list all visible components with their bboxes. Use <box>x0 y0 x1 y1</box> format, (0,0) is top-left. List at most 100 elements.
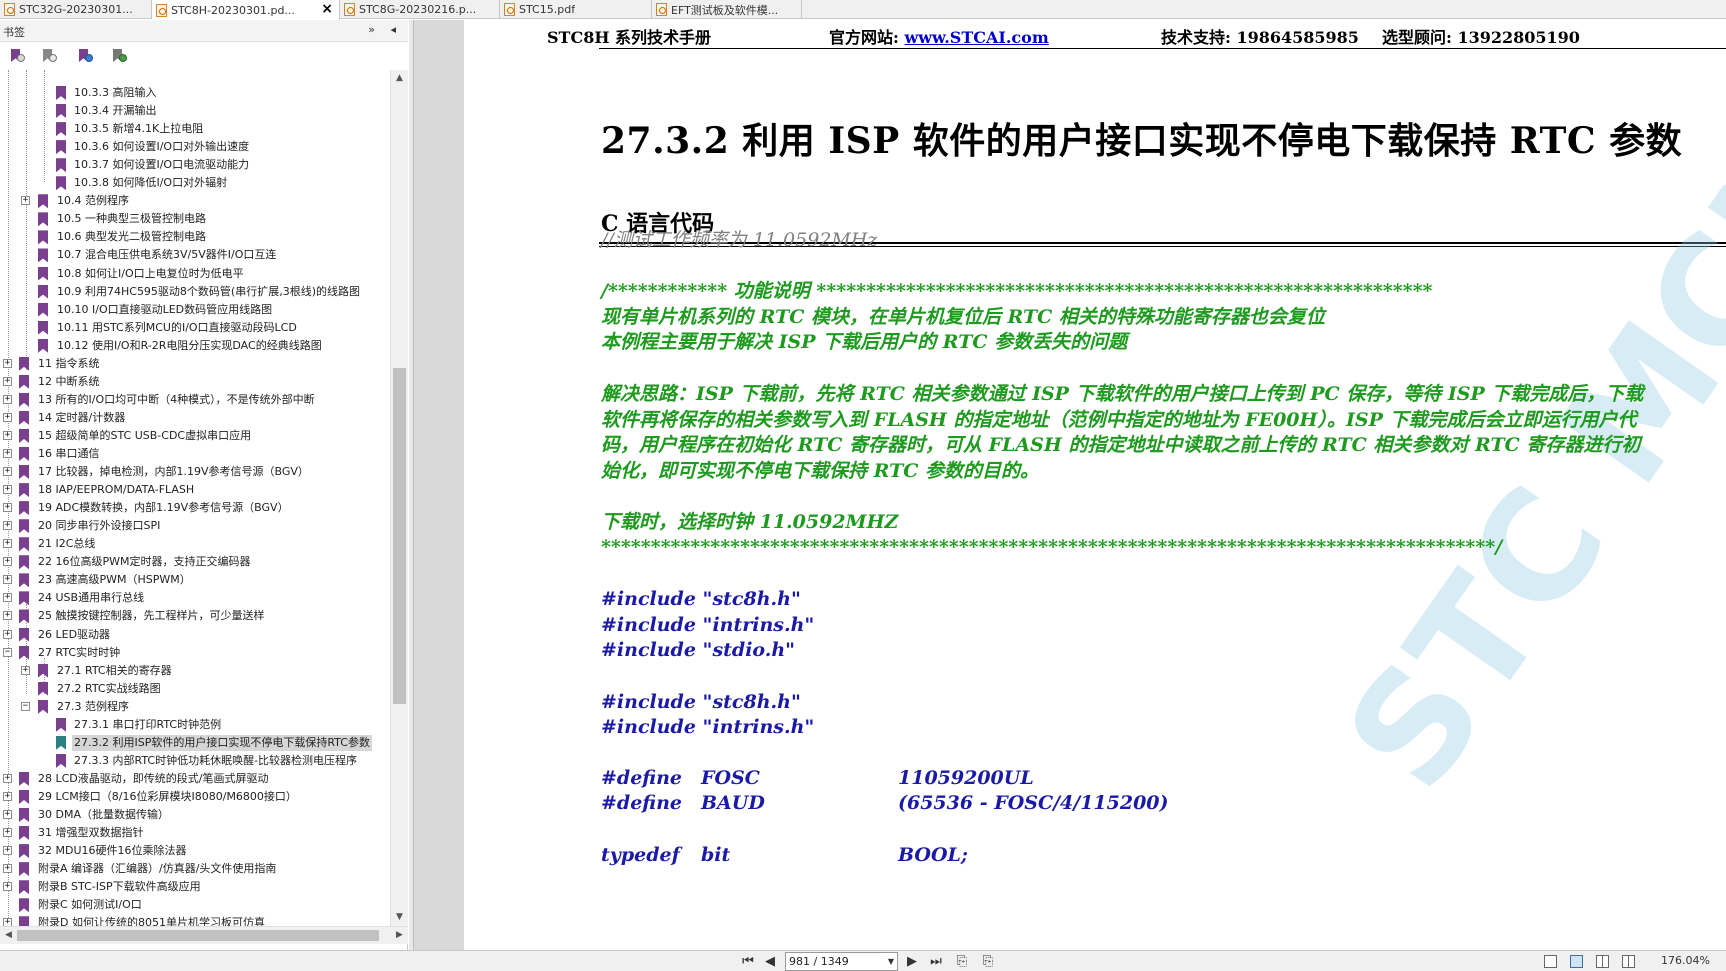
bookmark-item[interactable]: 27.3.2 利用ISP软件的用户接口实现不停电下载保持RTC参数 <box>0 734 390 752</box>
bookmark-tree-horizontal-scrollbar[interactable]: ◀ ▶ <box>0 926 408 944</box>
bookmark-item[interactable]: +12 中断系统 <box>0 373 390 391</box>
previous-page-icon[interactable]: ◀ <box>760 953 780 970</box>
scroll-up-icon[interactable]: ▲ <box>391 70 408 87</box>
bookmark-item[interactable]: +16 串口通信 <box>0 445 390 463</box>
expand-icon[interactable]: + <box>3 358 12 368</box>
bookmark-find-icon[interactable] <box>110 48 128 64</box>
chevron-down-icon[interactable]: ▼ <box>888 953 894 970</box>
bookmark-item[interactable]: +27.1 RTC相关的寄存器 <box>0 662 390 680</box>
expand-icon[interactable]: + <box>3 773 12 783</box>
bookmark-item[interactable]: 10.3.4 开漏输出 <box>0 102 390 120</box>
bookmark-item[interactable]: 10.3.7 如何设置I/O口电流驱动能力 <box>0 156 390 174</box>
bookmark-item[interactable]: − 27 RTC实时时钟 <box>0 644 390 662</box>
book-view-icon[interactable] <box>1622 955 1635 968</box>
expand-icon[interactable]: + <box>3 593 12 603</box>
page-number-input[interactable]: 981 / 1349 ▼ <box>785 952 898 971</box>
expand-icon[interactable]: + <box>3 918 12 926</box>
pdf-page-view[interactable]: STC8H 系列技术手册 官方网站: www.STCAI.com 技术支持: 1… <box>464 20 1726 950</box>
expand-icon[interactable]: + <box>3 503 12 513</box>
next-page-icon[interactable]: ▶ <box>902 953 922 970</box>
tab-stc15[interactable]: STC15.pdf <box>500 0 652 19</box>
tab-stc8g[interactable]: STC8G-20230216.p... <box>340 0 500 19</box>
expand-icon[interactable]: + <box>3 846 12 856</box>
expand-icon[interactable]: + <box>3 810 12 819</box>
bookmark-item[interactable]: 10.3.6 如何设置I/O口对外输出速度 <box>0 138 390 156</box>
bookmark-item[interactable]: + 附录D 如何让传统的8051单片机学习板可仿真 <box>0 914 390 926</box>
bookmark-item[interactable]: +20 同步串行外设接口SPI <box>0 517 390 535</box>
continuous-view-icon[interactable] <box>1570 955 1583 968</box>
bookmark-item[interactable]: +11 指令系统 <box>0 355 390 373</box>
bookmark-item[interactable]: +17 比较器，掉电检测，内部1.19V参考信号源（BGV） <box>0 463 390 481</box>
bookmark-item[interactable]: +13 所有的I/O口均可中断（4种模式），不是传统外部中断 <box>0 391 390 409</box>
bookmark-item[interactable]: 27.3.1 串口打印RTC时钟范例 <box>0 716 390 734</box>
bookmark-item[interactable]: +21 I2C总线 <box>0 535 390 553</box>
expand-icon[interactable]: + <box>3 376 12 386</box>
panel-collapse-controls[interactable]: » ◂ <box>368 23 402 36</box>
bookmark-item[interactable]: +14 定时器/计数器 <box>0 409 390 427</box>
bookmark-item[interactable]: 10.3.3 高阻输入 <box>0 84 390 102</box>
bookmark-item[interactable]: 10.10 I/O口直接驱动LED数码管应用线路图 <box>0 301 390 319</box>
expand-icon[interactable]: + <box>3 828 12 838</box>
bookmark-item[interactable]: + 附录A 编译器（汇编器）/仿真器/头文件使用指南 <box>0 860 390 878</box>
bookmark-item[interactable]: 10.12 使用I/O和R-2R电阻分压实现DAC的经典线路图 <box>0 337 390 355</box>
expand-icon[interactable]: + <box>3 449 12 458</box>
bookmark-item[interactable]: +18 IAP/EEPROM/DATA-FLASH <box>0 481 390 499</box>
bookmark-collapse-icon[interactable] <box>40 48 58 64</box>
scroll-left-icon[interactable]: ◀ <box>0 927 17 944</box>
last-page-icon[interactable]: ⏭ <box>926 953 946 970</box>
website-link[interactable]: www.STCAI.com <box>904 28 1048 47</box>
bookmark-item[interactable]: +10.4 范例程序 <box>0 192 390 210</box>
close-tab-icon[interactable]: × <box>321 1 333 17</box>
bookmark-item[interactable]: 10.7 混合电压供电系统3V/5V器件I/O口互连 <box>0 246 390 264</box>
expand-icon[interactable]: + <box>3 467 12 477</box>
bookmark-item[interactable]: +22 16位高级PWM定时器，支持正交编码器 <box>0 553 390 571</box>
bookmark-item[interactable]: +23 高速高级PWM（HSPWM） <box>0 571 390 589</box>
bookmark-item[interactable]: 附录C 如何测试I/O口 <box>0 896 390 914</box>
tab-stc32g[interactable]: STC32G-20230301... <box>0 0 152 19</box>
expand-icon[interactable]: + <box>3 539 12 549</box>
bookmark-item[interactable]: +24 USB通用串行总线 <box>0 589 390 607</box>
expand-icon[interactable]: + <box>3 611 12 621</box>
bookmark-item[interactable]: + 附录B STC-ISP下载软件高级应用 <box>0 878 390 896</box>
collapse-icon[interactable]: − <box>3 647 12 657</box>
scroll-right-icon[interactable]: ▶ <box>391 927 408 944</box>
scroll-down-icon[interactable]: ▼ <box>391 909 408 926</box>
expand-icon[interactable]: + <box>3 864 12 874</box>
back-view-icon[interactable]: ⎘ <box>952 953 972 970</box>
bookmark-item[interactable]: +19 ADC模数转换，内部1.19V参考信号源（BGV） <box>0 499 390 517</box>
bookmark-item[interactable]: +29 LCM接口（8/16位彩屏模块I8080/M6800接口） <box>0 788 390 806</box>
bookmark-item[interactable]: +25 触摸按键控制器，先工程样片，可少量送样 <box>0 607 390 625</box>
bookmark-item[interactable]: +30 DMA（批量数据传输） <box>0 806 390 824</box>
bookmark-go-icon[interactable] <box>76 48 94 64</box>
bookmark-item[interactable]: − 27.3 范例程序 <box>0 698 390 716</box>
expand-icon[interactable]: + <box>3 394 12 404</box>
expand-icon[interactable]: + <box>3 557 12 567</box>
bookmark-item[interactable]: +28 LCD液晶驱动，即传统的段式/笔画式屏驱动 <box>0 770 390 788</box>
bookmark-item[interactable]: 10.6 典型发光二极管控制电路 <box>0 228 390 246</box>
first-page-icon[interactable]: ⏮ <box>738 953 758 970</box>
bookmark-item[interactable]: 10.3.8 如何降低I/O口对外辐射 <box>0 174 390 192</box>
bookmark-item[interactable]: +31 增强型双数据指针 <box>0 824 390 842</box>
expand-icon[interactable]: + <box>3 430 12 440</box>
expand-icon[interactable]: + <box>3 882 12 892</box>
zoom-level[interactable]: 176.04% <box>1661 954 1710 967</box>
bookmark-item[interactable]: +26 LED驱动器 <box>0 626 390 644</box>
facing-pages-view-icon[interactable] <box>1596 955 1609 968</box>
expand-icon[interactable]: + <box>3 629 12 639</box>
bookmark-expand-icon[interactable] <box>8 48 26 64</box>
single-page-view-icon[interactable] <box>1544 955 1557 968</box>
bookmark-item[interactable]: 27.3.3 内部RTC时钟低功耗休眠唤醒-比较器检测电压程序 <box>0 752 390 770</box>
forward-view-icon[interactable]: ⎘ <box>978 953 998 970</box>
expand-icon[interactable]: + <box>3 791 12 801</box>
bookmark-item[interactable]: +15 超级简单的STC USB-CDC虚拟串口应用 <box>0 427 390 445</box>
expand-icon[interactable]: + <box>21 196 30 206</box>
bookmark-item[interactable]: 10.5 一种典型三极管控制电路 <box>0 210 390 228</box>
tab-stc8h[interactable]: STC8H-20230301.pd... × <box>152 0 340 20</box>
bookmark-item[interactable]: 10.3.5 新增4.1K上拉电阻 <box>0 120 390 138</box>
collapse-icon[interactable]: − <box>21 701 30 711</box>
tab-eft[interactable]: EFT测试板及软件模... <box>652 0 802 19</box>
bookmark-item[interactable]: 10.11 用STC系列MCU的I/O口直接驱动段码LCD <box>0 319 390 337</box>
expand-icon[interactable]: + <box>3 485 12 495</box>
bookmark-item[interactable]: 10.8 如何让I/O口上电复位时为低电平 <box>0 265 390 283</box>
bookmark-item[interactable]: 27.2 RTC实战线路图 <box>0 680 390 698</box>
